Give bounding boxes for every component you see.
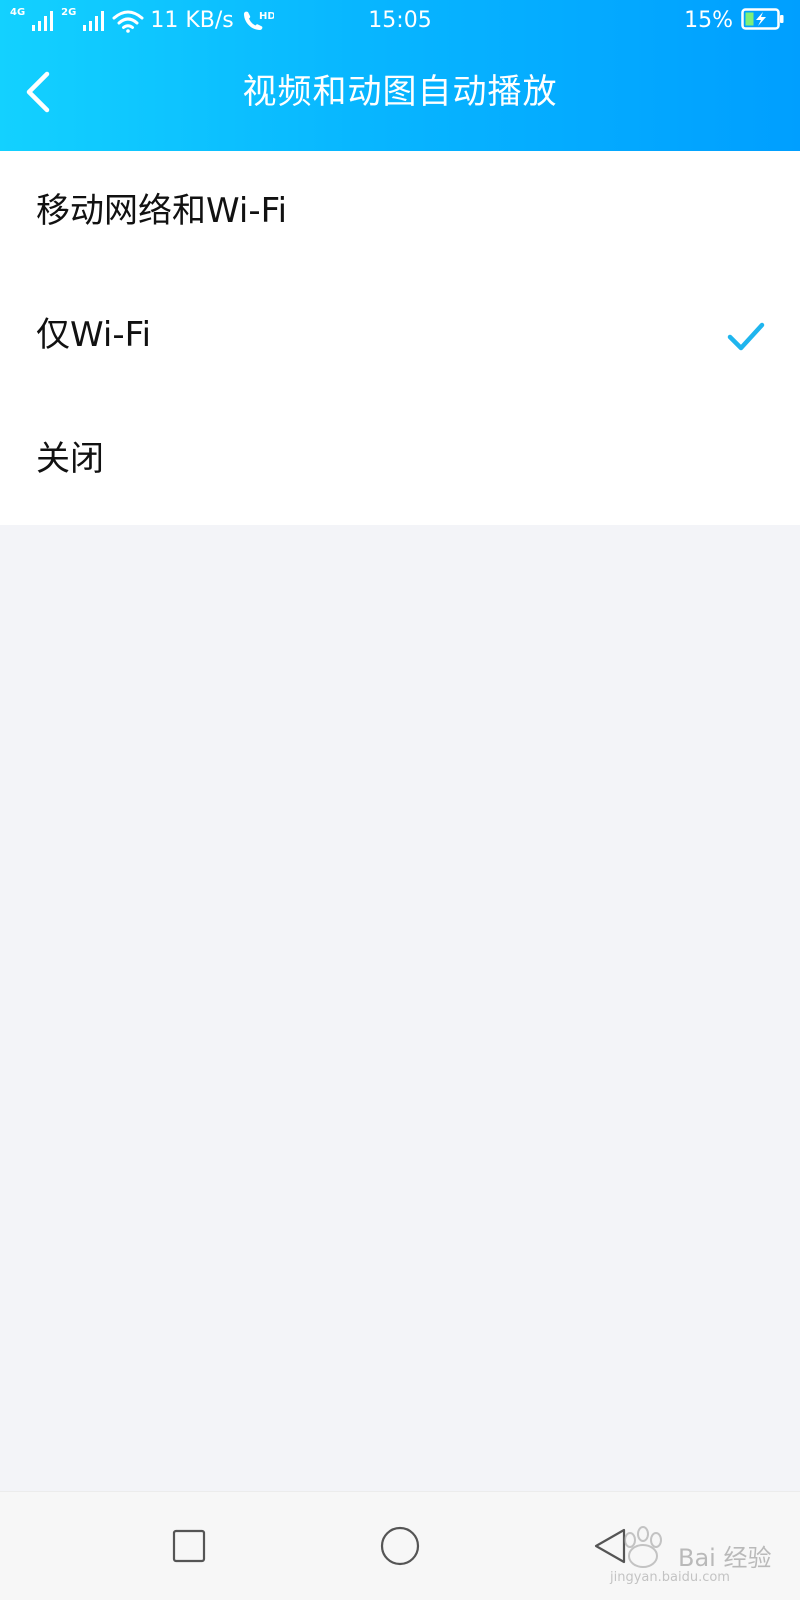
option-wifi-only[interactable]: 仅Wi-Fi: [0, 275, 800, 399]
option-mobile-and-wifi[interactable]: 移动网络和Wi-Fi: [0, 151, 800, 275]
option-label: 移动网络和Wi-Fi: [36, 191, 288, 231]
title-bar: 视频和动图自动播放: [0, 42, 800, 151]
navigation-bar: Bai 经验 jingyan.baidu.com: [0, 1491, 800, 1600]
page-title: 视频和动图自动播放: [242, 72, 558, 112]
recents-button[interactable]: [163, 1520, 215, 1572]
status-bar: 4G 2G 11 KB/s HD 15:05 15%: [0, 0, 800, 42]
option-label: 仅Wi-Fi: [36, 315, 152, 355]
back-button[interactable]: [8, 62, 68, 122]
watermark-text: Bai 经验: [678, 1544, 772, 1572]
chevron-left-icon: [26, 71, 50, 113]
battery-charging-icon: [741, 7, 785, 35]
option-off[interactable]: 关闭: [0, 399, 800, 523]
watermark: Bai 经验 jingyan.baidu.com: [600, 1518, 790, 1588]
watermark-subtext: jingyan.baidu.com: [610, 1570, 730, 1585]
header: 4G 2G 11 KB/s HD 15:05 15% 视频和动图自动播放: [0, 0, 800, 151]
circle-icon: [380, 1526, 420, 1566]
status-right: 15%: [684, 7, 785, 35]
check-icon: [727, 322, 765, 351]
status-time: 15:05: [368, 8, 432, 33]
option-list: 移动网络和Wi-Fi 仅Wi-Fi 关闭: [0, 151, 800, 525]
paw-logo-icon: [624, 1526, 662, 1568]
home-button[interactable]: [374, 1520, 426, 1572]
option-label: 关闭: [36, 439, 104, 479]
square-icon: [172, 1529, 206, 1563]
battery-percent: 15%: [684, 8, 733, 33]
